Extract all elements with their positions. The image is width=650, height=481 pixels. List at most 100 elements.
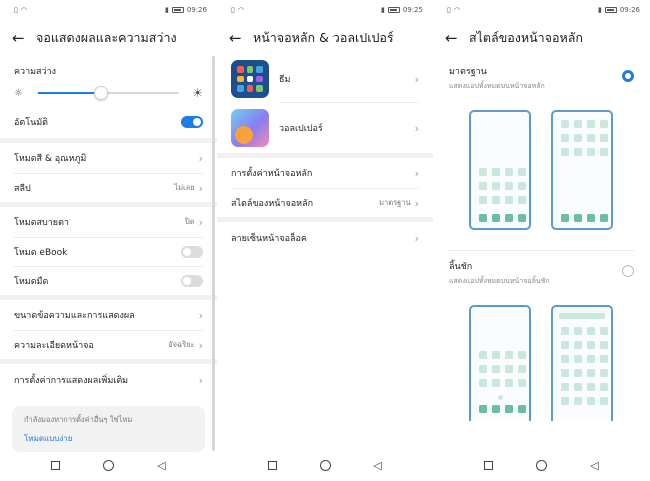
chevron-right-icon: › [414, 72, 419, 86]
brightness-slider[interactable] [38, 86, 179, 100]
wallpaper-label: วอลเปเปอร์ [279, 124, 323, 134]
chevron-right-icon: › [198, 215, 203, 229]
app-tile [518, 365, 526, 373]
status-time: 09:26 [619, 6, 640, 14]
recents-square-icon[interactable] [484, 460, 494, 470]
app-tile [587, 355, 595, 363]
app-tile [600, 397, 608, 405]
themes-row[interactable]: ธีม › [217, 56, 433, 102]
drawer-radio[interactable] [622, 265, 634, 277]
display-settings-panel: ▯ ◠ ▮ 09:26 ← จอแสดงผลและความสว่าง ความส… [0, 0, 217, 481]
app-tile [574, 120, 582, 128]
chevron-right-icon: › [198, 308, 203, 322]
app-tile [600, 369, 608, 377]
recents-square-icon[interactable] [51, 460, 61, 470]
eye-comfort-row[interactable]: โหมดสบายตา ปิด › [0, 207, 217, 237]
scrollbar[interactable] [212, 56, 215, 451]
homescreen-settings-row[interactable]: การตั้งค่าหน้าจอหลัก › [217, 158, 433, 188]
lock-signature-label: ลายเซ็นหน้าจอล็อค [231, 234, 307, 244]
drawer-option-label: ลิ้นชัก [449, 262, 473, 272]
home-circle-icon[interactable] [536, 459, 548, 471]
battery-icon [387, 7, 400, 13]
ebook-toggle[interactable] [181, 246, 203, 258]
back-arrow-icon[interactable]: ← [12, 29, 36, 47]
chevron-right-icon: › [198, 181, 203, 195]
color-mode-row[interactable]: โหมดสี & อุณหภูมิ › [0, 143, 217, 173]
standard-option[interactable]: มาตรฐาน แสดงแอปทั้งหมดบนหน้าจอหลัก [433, 56, 650, 96]
wifi-icon: ◠ [237, 6, 244, 14]
app-tile [492, 182, 500, 190]
chevron-right-icon: › [198, 338, 203, 352]
dark-mode-row[interactable]: โหมดมืด [0, 267, 217, 295]
dark-mode-toggle[interactable] [181, 275, 203, 287]
page-header: ← จอแสดงผลและความสว่าง [0, 20, 217, 56]
more-display-settings-row[interactable]: การตั้งค่าการแสดงผลเพิ่มเติม › [0, 364, 217, 396]
app-tile [587, 397, 595, 405]
app-tile [561, 148, 569, 156]
wifi-icon: ◠ [453, 6, 460, 14]
back-triangle-icon[interactable]: ◁ [373, 459, 381, 472]
recents-square-icon[interactable] [268, 460, 278, 470]
app-tile [505, 351, 513, 359]
app-tile [574, 397, 582, 405]
sleep-label: สลีป [14, 184, 31, 194]
app-tile [561, 341, 569, 349]
back-arrow-icon[interactable]: ← [229, 29, 253, 47]
auto-brightness-toggle[interactable] [181, 116, 203, 128]
auto-brightness-label: อัตโนมัติ [14, 118, 49, 128]
back-triangle-icon[interactable]: ◁ [590, 459, 598, 472]
drawer-option[interactable]: ลิ้นชัก แสดงแอปทั้งหมดบนหน้าจอลิ้นชัก [433, 251, 650, 291]
app-tile [505, 379, 513, 387]
dark-mode-label: โหมดมืด [14, 277, 49, 287]
app-tile [600, 327, 608, 335]
app-tile [600, 134, 608, 142]
app-tile [505, 168, 513, 176]
homescreen-style-row[interactable]: สไตล์ของหน้าจอหลัก มาตรฐาน › [217, 189, 433, 217]
app-tile [574, 148, 582, 156]
standard-radio[interactable] [622, 70, 634, 82]
page-title: สไตล์ของหน้าจอหลัก [469, 30, 583, 45]
dock-tile [492, 214, 500, 222]
app-tile [518, 182, 526, 190]
home-circle-icon[interactable] [319, 459, 331, 471]
page-header: ← หน้าจอหลัก & วอลเปเปอร์ [217, 20, 433, 56]
simple-mode-link[interactable]: โหมดแบบง่าย [24, 432, 193, 445]
back-triangle-icon[interactable]: ◁ [157, 459, 165, 472]
brightness-slider-knob[interactable] [94, 86, 109, 100]
auto-brightness-row[interactable]: อัตโนมัติ [0, 106, 217, 138]
lock-signature-row[interactable]: ลายเซ็นหน้าจอล็อค › [217, 222, 433, 254]
resolution-label: ความละเอียดหน้าจอ [14, 341, 94, 351]
brightness-low-icon: ☼ [14, 87, 23, 99]
back-arrow-icon[interactable]: ← [445, 29, 469, 47]
themes-icon [231, 60, 269, 98]
vibrate-icon: ▮ [380, 6, 385, 14]
app-tile [574, 341, 582, 349]
app-tile [479, 365, 487, 373]
home-circle-icon[interactable] [103, 459, 115, 471]
wallpaper-row[interactable]: วอลเปเปอร์ › [217, 103, 433, 153]
text-size-row[interactable]: ขนาดข้อความและการแสดงผล › [0, 300, 217, 330]
hint-text: กำลังมองหาการตั้งค่าอื่นๆ ใช่ไหม [24, 415, 133, 424]
sleep-row[interactable]: สลีป ไม่เลย › [0, 174, 217, 202]
dock-tile [505, 214, 513, 222]
drawer-preview [433, 291, 650, 421]
sim-icon: ▯ [231, 6, 235, 14]
page-title: จอแสดงผลและความสว่าง [36, 30, 177, 45]
wallpaper-icon [231, 109, 269, 147]
status-bar: ▯ ◠ ▮ 09:25 [217, 0, 433, 20]
standard-phone-preview-2 [551, 110, 613, 230]
app-tile [561, 383, 569, 391]
app-tile [574, 369, 582, 377]
app-tile [561, 134, 569, 142]
status-bar: ▯ ◠ ▮ 09:26 [433, 0, 650, 20]
dock-tile [479, 214, 487, 222]
chevron-right-icon: › [414, 231, 419, 245]
homescreen-style-value: มาตรฐาน [379, 198, 411, 207]
ebook-row[interactable]: โหมด eBook [0, 238, 217, 266]
more-display-settings-label: การตั้งค่าการแสดงผลเพิ่มเติม [14, 376, 129, 386]
drawer-phone-preview-2 [551, 305, 613, 421]
standard-option-label: มาตรฐาน [449, 67, 487, 77]
resolution-row[interactable]: ความละเอียดหน้าจอ อัจฉริยะ › [0, 331, 217, 359]
app-tile [492, 351, 500, 359]
drawer-search-bar [559, 313, 605, 319]
